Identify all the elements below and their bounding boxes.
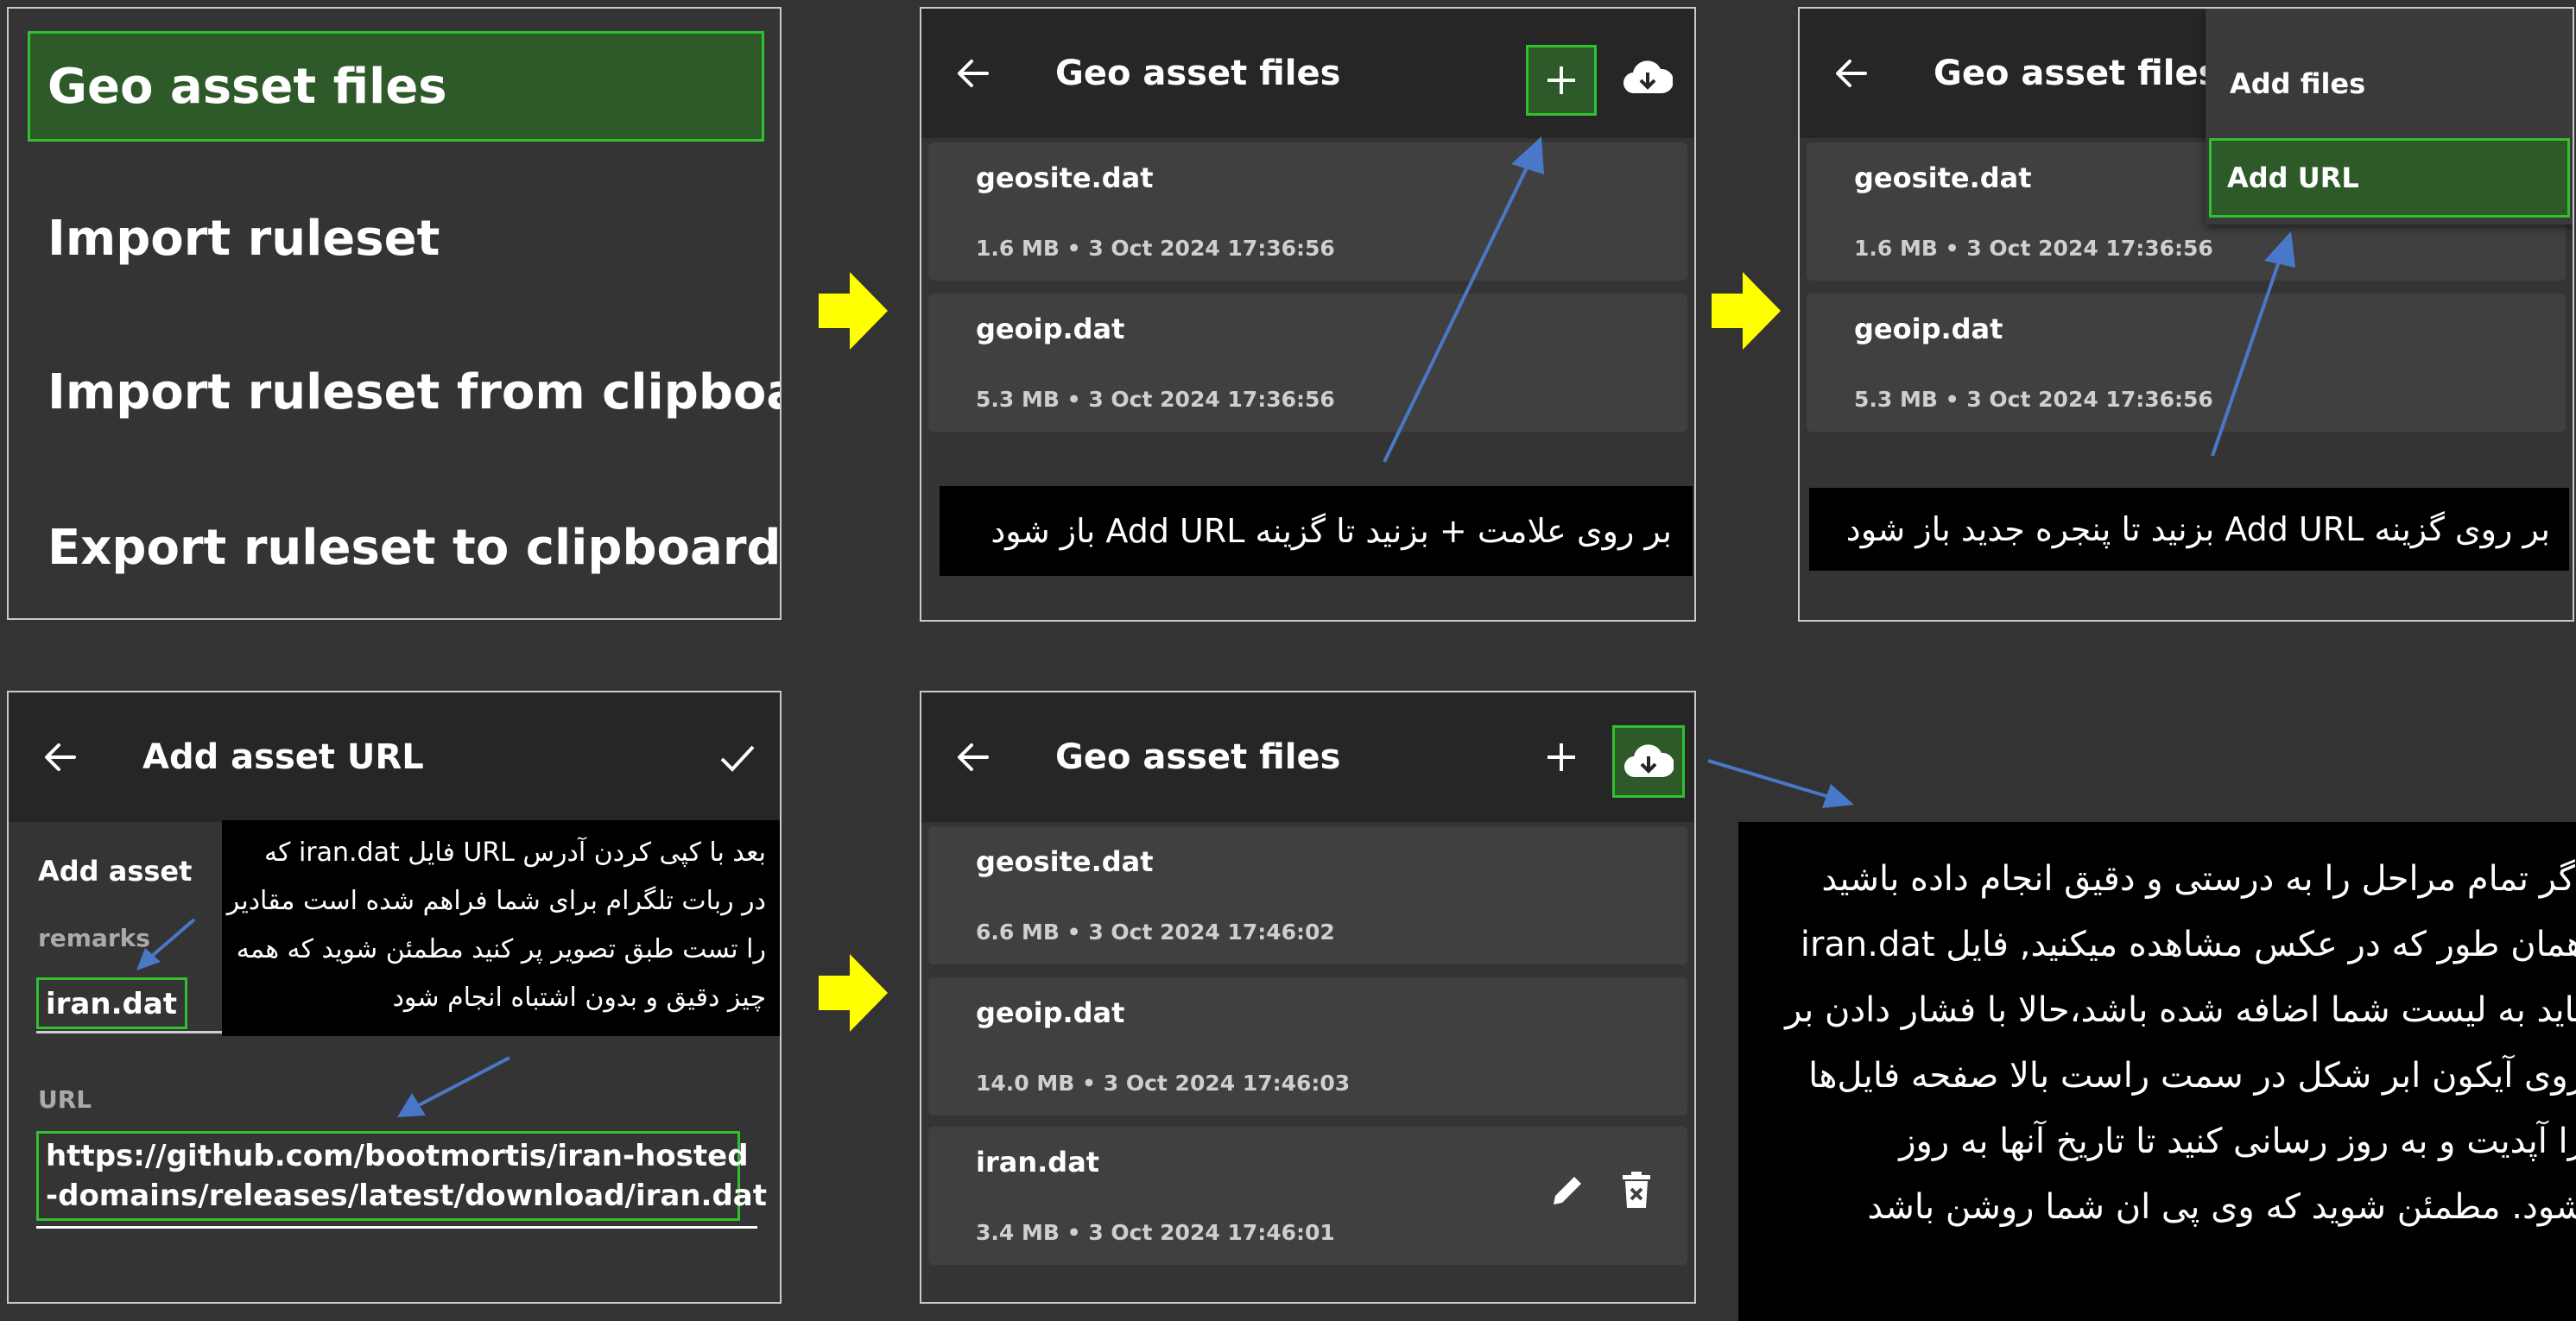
menu-item-import-ruleset[interactable]: Import ruleset xyxy=(47,211,440,267)
pointer-arrow xyxy=(1707,759,1854,808)
list-item[interactable]: iran.dat 3.4 MB • 3 Oct 2024 17:46:01 xyxy=(928,1127,1687,1265)
step-arrow-icon xyxy=(819,272,888,350)
file-meta: 5.3 MB • 3 Oct 2024 17:36:56 xyxy=(1854,387,2213,412)
page-title: Add asset URL xyxy=(142,737,424,777)
note-line: همان طور که در عکس مشاهده میکنید, فایل i… xyxy=(1800,925,2576,964)
pointer-arrow xyxy=(136,918,196,970)
back-arrow-icon[interactable] xyxy=(956,56,991,91)
remarks-field[interactable]: iran.dat xyxy=(36,977,187,1029)
file-name: geoip.dat xyxy=(976,313,1125,345)
file-name: geoip.dat xyxy=(976,996,1125,1029)
caption-line: بعد با کپی کردن آدرس URL فایل iran.dat ک… xyxy=(264,837,766,868)
caption-line: در ربات تلگرام برای شما فراهم شده است مق… xyxy=(226,886,766,916)
pointer-arrow xyxy=(397,1056,510,1117)
panel-geo-assets: Geo asset files geosite.dat 1.6 MB • 3 O… xyxy=(920,7,1696,622)
list-item[interactable]: geoip.dat 5.3 MB • 3 Oct 2024 17:36:56 xyxy=(928,294,1687,432)
app-bar: Geo asset files xyxy=(921,692,1694,822)
final-instruction-note: اگر تمام مراحل را به درستی و دقیق انجام … xyxy=(1738,822,2576,1321)
step-arrow-icon xyxy=(1712,272,1781,350)
file-name: geoip.dat xyxy=(1854,313,2003,345)
url-line-2: -domains/releases/latest/download/iran.d… xyxy=(46,1179,767,1213)
page-title: Geo asset files xyxy=(1055,737,1341,777)
note-line: اگر تمام مراحل را به درستی و دقیق انجام … xyxy=(1821,859,2576,899)
file-name: geosite.dat xyxy=(1854,161,2032,194)
file-name: geosite.dat xyxy=(976,845,1154,878)
note-line: را آپدیت و به روز رسانی کنید تا تاریخ آن… xyxy=(1899,1122,2576,1161)
file-meta: 1.6 MB • 3 Oct 2024 17:36:56 xyxy=(976,236,1335,261)
panel-add-asset-url: Add asset URL Add asset remarks iran.dat… xyxy=(7,691,782,1304)
panel-geo-assets-updated: Geo asset files geosite.dat 6.6 MB • 3 O… xyxy=(920,691,1696,1304)
plus-icon[interactable] xyxy=(1544,63,1579,98)
instruction-caption: بعد با کپی کردن آدرس URL فایل iran.dat ک… xyxy=(222,820,780,1036)
panel-add-menu: Geo asset files geosite.dat 1.6 MB • 3 O… xyxy=(1798,7,2574,622)
url-label: URL xyxy=(38,1085,92,1114)
file-meta: 14.0 MB • 3 Oct 2024 17:46:03 xyxy=(976,1071,1351,1096)
step-arrow-icon xyxy=(819,954,888,1032)
file-meta: 5.3 MB • 3 Oct 2024 17:36:56 xyxy=(976,387,1335,412)
delete-icon[interactable] xyxy=(1621,1172,1652,1210)
menu-item-geo-asset-files[interactable]: Geo asset files xyxy=(47,59,447,115)
page-title: Geo asset files xyxy=(1934,54,2219,93)
check-icon[interactable] xyxy=(718,740,756,774)
menu-item-add-url[interactable]: Add URL xyxy=(2209,138,2570,218)
file-name: iran.dat xyxy=(976,1146,1100,1179)
note-line: شود. مطمئن شوید که وی پی ان شما روشن باش… xyxy=(1867,1187,2576,1227)
list-item[interactable]: geosite.dat 6.6 MB • 3 Oct 2024 17:46:02 xyxy=(928,826,1687,964)
instruction-caption: بر روی علامت + بزنید تا گزینه Add URL با… xyxy=(940,486,1693,576)
pointer-arrow xyxy=(2211,231,2295,457)
note-line: روی آیکون ابر شکل در سمت راست بالا صفحه … xyxy=(1808,1056,2576,1096)
cloud-download-icon[interactable] xyxy=(1623,743,1674,781)
note-line: باید به لیست شما اضافه شده باشد،حالا با … xyxy=(1785,990,2576,1030)
url-underline xyxy=(36,1226,757,1229)
cloud-download-icon[interactable] xyxy=(1623,59,1673,97)
menu-item-add-url-label: Add URL xyxy=(2227,161,2359,194)
section-label: Add asset xyxy=(38,855,193,888)
file-meta: 6.6 MB • 3 Oct 2024 17:46:02 xyxy=(976,920,1335,945)
file-meta: 1.6 MB • 3 Oct 2024 17:36:56 xyxy=(1854,236,2213,261)
list-item[interactable]: geosite.dat 1.6 MB • 3 Oct 2024 17:36:56 xyxy=(928,142,1687,281)
caption-line: را تست طبق تصویر پر کنید مطمئن شوید که ه… xyxy=(236,934,766,964)
panel-menu: Geo asset files Import ruleset Import ru… xyxy=(7,7,782,620)
popup-menu: Add files Add URL xyxy=(2206,9,2573,224)
list-item[interactable]: geoip.dat 5.3 MB • 3 Oct 2024 17:36:56 xyxy=(1807,294,2566,432)
back-arrow-icon[interactable] xyxy=(956,740,991,774)
caption-line: چیز دقیق و بدون اشتباه انجام شود xyxy=(392,983,766,1013)
url-field[interactable]: https://github.com/bootmortis/iran-hoste… xyxy=(36,1131,767,1221)
file-name: geosite.dat xyxy=(976,161,1154,194)
file-meta: 3.4 MB • 3 Oct 2024 17:46:01 xyxy=(976,1220,1335,1245)
remarks-value: iran.dat xyxy=(46,987,178,1021)
instruction-caption: بر روی گزینه Add URL بزنید تا پنجره جدید… xyxy=(1809,488,2569,571)
menu-item-import-ruleset-clipboard[interactable]: Import ruleset from clipboard xyxy=(47,364,780,420)
list-item[interactable]: geoip.dat 14.0 MB • 3 Oct 2024 17:46:03 xyxy=(928,977,1687,1116)
app-bar: Add asset URL xyxy=(9,692,780,822)
page-title: Geo asset files xyxy=(1055,54,1341,93)
back-arrow-icon[interactable] xyxy=(1834,56,1869,91)
plus-icon[interactable] xyxy=(1544,740,1579,774)
url-line-1: https://github.com/bootmortis/iran-hoste… xyxy=(46,1139,749,1173)
pointer-arrow xyxy=(1383,136,1544,463)
menu-item-export-ruleset-clipboard[interactable]: Export ruleset to clipboard xyxy=(47,520,780,576)
back-arrow-icon[interactable] xyxy=(43,740,78,774)
app-bar: Geo asset files xyxy=(921,9,1694,138)
menu-item-add-files[interactable]: Add files xyxy=(2230,67,2365,100)
pencil-icon[interactable] xyxy=(1548,1172,1586,1210)
